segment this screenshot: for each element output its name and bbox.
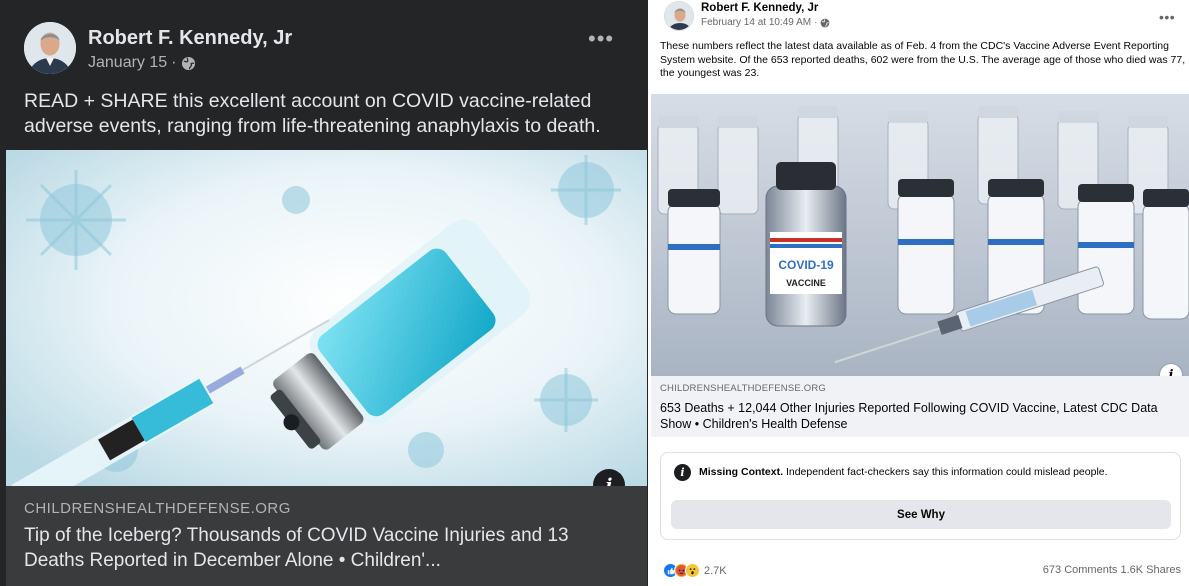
- meta-separator: ·: [171, 54, 177, 71]
- globe-icon: [821, 18, 830, 27]
- author-avatar[interactable]: [24, 22, 76, 74]
- fact-check-text: Missing Context. Independent fact-checke…: [699, 466, 1108, 478]
- post-text: READ + SHARE this excellent account on C…: [24, 90, 601, 137]
- link-domain: CHILDRENSHEALTHDEFENSE.ORG: [24, 500, 291, 517]
- post-meta: February 14 at 10:49 AM ·: [701, 17, 830, 28]
- more-options-icon[interactable]: •••: [588, 28, 614, 50]
- see-why-button[interactable]: See Why: [671, 500, 1171, 529]
- globe-icon: [181, 56, 195, 70]
- reactions-summary[interactable]: 2.7K: [663, 563, 727, 578]
- engagement-counts: 673 Comments 1.6K Shares: [1043, 564, 1181, 576]
- link-preview[interactable]: CHILDRENSHEALTHDEFENSE.ORG 653 Deaths + …: [651, 376, 1189, 437]
- link-headline[interactable]: Tip of the Iceberg? Thousands of COVID V…: [24, 523, 634, 573]
- link-domain: CHILDRENSHEALTHDEFENSE.ORG: [660, 383, 827, 394]
- left-post: Robert F. Kennedy, Jr January 15 · ••• R…: [0, 0, 648, 586]
- post-date[interactable]: January 15: [88, 54, 167, 72]
- wow-icon: [685, 563, 700, 578]
- fact-check-notice: i Missing Context. Independent fact-chec…: [660, 452, 1181, 540]
- link-headline[interactable]: 653 Deaths + 12,044 Other Injuries Repor…: [660, 400, 1180, 432]
- post-date[interactable]: February 14 at 10:49 AM: [701, 17, 811, 28]
- post-meta: January 15 ·: [88, 54, 196, 72]
- fact-check-message: Independent fact-checkers say this infor…: [785, 466, 1108, 478]
- link-preview-image[interactable]: [6, 150, 647, 486]
- author-name[interactable]: Robert F. Kennedy, Jr: [701, 2, 818, 14]
- author-avatar[interactable]: [664, 1, 694, 31]
- more-options-icon[interactable]: •••: [1159, 9, 1175, 25]
- vial-label-bottom: VACCINE: [786, 278, 826, 288]
- comments-count[interactable]: 673 Comments: [1043, 564, 1118, 576]
- shares-count[interactable]: 1.6K Shares: [1120, 564, 1181, 576]
- alert-info-icon: i: [674, 464, 691, 481]
- link-preview-image[interactable]: COVID-19 VACCINE: [651, 94, 1189, 376]
- right-post: Robert F. Kennedy, Jr February 14 at 10:…: [651, 0, 1189, 586]
- vial-label-top: COVID-19: [778, 258, 834, 272]
- author-name[interactable]: Robert F. Kennedy, Jr: [88, 27, 292, 50]
- meta-separator: ·: [814, 17, 818, 28]
- reaction-count: 2.7K: [704, 564, 727, 577]
- fact-check-title: Missing Context.: [699, 466, 784, 478]
- link-preview[interactable]: CHILDRENSHEALTHDEFENSE.ORG Tip of the Ic…: [6, 486, 647, 586]
- post-text: These numbers reflect the latest data av…: [660, 40, 1186, 79]
